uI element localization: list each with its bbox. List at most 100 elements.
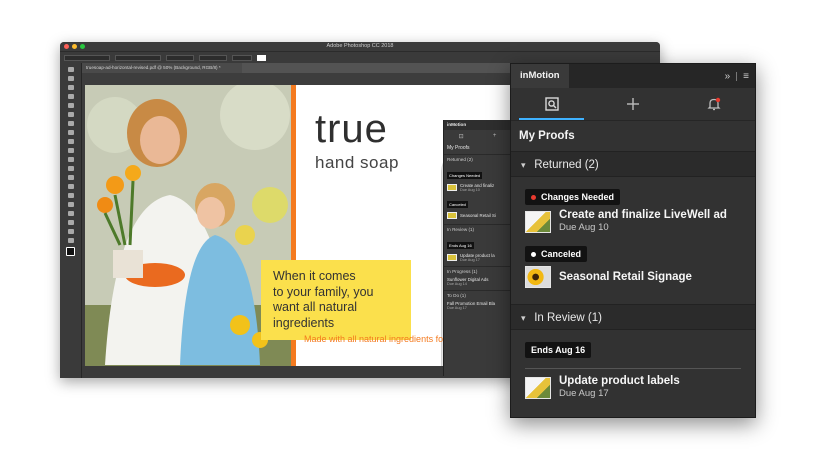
- expand-icon[interactable]: »: [725, 71, 731, 82]
- group-header-returned[interactable]: ▾ Returned (2): [511, 151, 755, 177]
- zoom-tool-icon[interactable]: [67, 238, 74, 243]
- eraser-tool-icon[interactable]: [67, 157, 74, 162]
- font-family-select[interactable]: [64, 54, 110, 61]
- headline-line: ingredients: [273, 315, 335, 330]
- ad-footer-text: Made with all natural ingredients fo: [304, 334, 444, 344]
- color-swatches-icon[interactable]: [66, 247, 75, 256]
- chevron-down-icon: ▾: [521, 313, 526, 323]
- stamp-tool-icon[interactable]: [67, 139, 74, 144]
- proof-thumbnail: [525, 376, 551, 399]
- history-brush-tool-icon[interactable]: [67, 148, 74, 153]
- proof-item-product-labels[interactable]: Update product labels Due Aug 17: [511, 371, 755, 404]
- align-buttons[interactable]: [232, 54, 252, 61]
- tab-notifications[interactable]: [674, 88, 755, 120]
- mini-group-returned[interactable]: Returned (2): [444, 154, 511, 164]
- panel-header-icons: » ≡: [725, 64, 749, 88]
- headline-box: When it comes to your family, you want a…: [261, 260, 411, 340]
- blur-tool-icon[interactable]: [67, 175, 74, 180]
- proof-thumbnail: [525, 210, 551, 233]
- proof-due-date: Due Aug 10: [559, 222, 609, 233]
- mini-proof-thumbnail: [447, 254, 457, 261]
- mini-proof-item[interactable]: Fall Promotion Email Bla Due Aug 17: [444, 300, 511, 311]
- mini-panel-title: My Proofs: [447, 145, 470, 151]
- mini-badge-ends: Ends Aug 16: [447, 242, 474, 249]
- lasso-tool-icon[interactable]: [67, 85, 74, 90]
- mini-proofs-icon[interactable]: ⊡: [459, 133, 464, 140]
- add-icon: [626, 98, 639, 110]
- status-dot-icon: [531, 251, 536, 257]
- mini-proof-item[interactable]: Create and finaliz Due Aug 10: [444, 182, 511, 193]
- proof-name: Create and finalize LiveWell ad: [559, 209, 727, 221]
- proof-name: Update product labels: [559, 375, 680, 387]
- mini-group-to-do[interactable]: To Do (1): [444, 290, 511, 300]
- brush-tool-icon[interactable]: [67, 130, 74, 135]
- healing-tool-icon[interactable]: [67, 121, 74, 126]
- eyedropper-tool-icon[interactable]: [67, 112, 74, 117]
- badge-label: Ends Aug 16: [531, 345, 586, 355]
- headline-line: to your family, you: [273, 284, 374, 299]
- marquee-tool-icon[interactable]: [67, 76, 74, 81]
- brand-logo-true: true: [315, 107, 388, 151]
- document-tab[interactable]: truesoap-ad-horizontal-revised.pdf @ 50%…: [82, 63, 242, 73]
- proof-thumbnail: [525, 266, 551, 288]
- options-bar: [60, 51, 660, 63]
- section-title-my-proofs: My Proofs: [519, 130, 575, 142]
- hand-tool-icon[interactable]: [67, 229, 74, 234]
- mini-badge-canceled: Canceled: [447, 201, 468, 208]
- status-badge-canceled: Canceled: [525, 246, 588, 262]
- mini-proof-item[interactable]: Update product la Due Aug 17: [444, 252, 511, 263]
- tools-panel: [60, 63, 82, 378]
- proof-item-seasonal-signage[interactable]: Seasonal Retail Signage: [511, 262, 755, 292]
- tab-my-proofs[interactable]: [511, 88, 592, 120]
- mini-proof-due: Due Aug 14: [447, 282, 467, 286]
- path-select-tool-icon[interactable]: [67, 211, 74, 216]
- mini-group-in-progress[interactable]: In Progress (1): [444, 266, 511, 276]
- gradient-tool-icon[interactable]: [67, 166, 74, 171]
- font-size-select[interactable]: [166, 54, 194, 61]
- proof-due-date: Due Aug 17: [559, 388, 609, 399]
- mini-proof-due: Due Aug 17: [447, 306, 467, 310]
- badge-label: Canceled: [541, 249, 582, 259]
- mini-panel-header: inMotion: [444, 120, 511, 130]
- dodge-tool-icon[interactable]: [67, 184, 74, 189]
- mini-proof-item[interactable]: Seasonal Retail Si: [444, 211, 511, 220]
- mini-proof-item[interactable]: Sunflower Digital Ads Due Aug 14: [444, 276, 511, 287]
- crop-tool-icon[interactable]: [67, 103, 74, 108]
- inmotion-panel: inMotion » ≡ My Proofs ▾ Returned (2) Ch…: [510, 63, 756, 418]
- tab-add[interactable]: [592, 88, 673, 120]
- proofs-search-icon: [544, 97, 559, 111]
- proof-item-livewell[interactable]: Create and finalize LiveWell ad Due Aug …: [511, 205, 755, 238]
- menu-icon[interactable]: ≡: [743, 71, 749, 82]
- panel-header: inMotion » ≡: [511, 64, 755, 88]
- headline-line: When it comes: [273, 269, 356, 283]
- mini-proof-due: Due Aug 17: [460, 258, 480, 262]
- divider: [525, 368, 741, 369]
- mini-badge-changes-needed: Changes Needed: [447, 172, 483, 179]
- move-tool-icon[interactable]: [67, 67, 74, 72]
- mini-proof-thumbnail: [447, 212, 457, 219]
- group-header-in-review[interactable]: ▾ In Review (1): [511, 304, 755, 330]
- proof-name: Seasonal Retail Signage: [559, 270, 692, 283]
- font-style-select[interactable]: [115, 54, 161, 61]
- mini-proof-due: Due Aug 10: [460, 188, 480, 192]
- status-badge-changes-needed: Changes Needed: [525, 189, 621, 205]
- mini-add-icon[interactable]: +: [493, 133, 497, 139]
- headline-line: want all natural: [273, 300, 358, 314]
- type-tool-icon[interactable]: [67, 202, 74, 207]
- status-dot-icon: [531, 194, 536, 200]
- panel-nav-tabs: [511, 88, 755, 121]
- mini-group-in-review[interactable]: In Review (1): [444, 224, 511, 234]
- pen-tool-icon[interactable]: [67, 193, 74, 198]
- panel-tab-inmotion[interactable]: inMotion: [511, 64, 569, 88]
- anti-alias-select[interactable]: [199, 54, 227, 61]
- shape-tool-icon[interactable]: [67, 220, 74, 225]
- notification-bell-icon: [707, 97, 721, 111]
- mini-inmotion-panel: inMotion ⊡ + My Proofs Returned (2) Chan…: [443, 120, 511, 376]
- photoshop-titlebar: Adobe Photoshop CC 2018: [60, 42, 660, 51]
- group-label: Returned (2): [534, 159, 599, 171]
- divider: [736, 71, 738, 81]
- brand-subtitle: hand soap: [315, 153, 399, 172]
- quick-select-tool-icon[interactable]: [67, 94, 74, 99]
- text-color-swatch[interactable]: [257, 54, 266, 61]
- mini-panel-tabs: ⊡ +: [444, 130, 511, 142]
